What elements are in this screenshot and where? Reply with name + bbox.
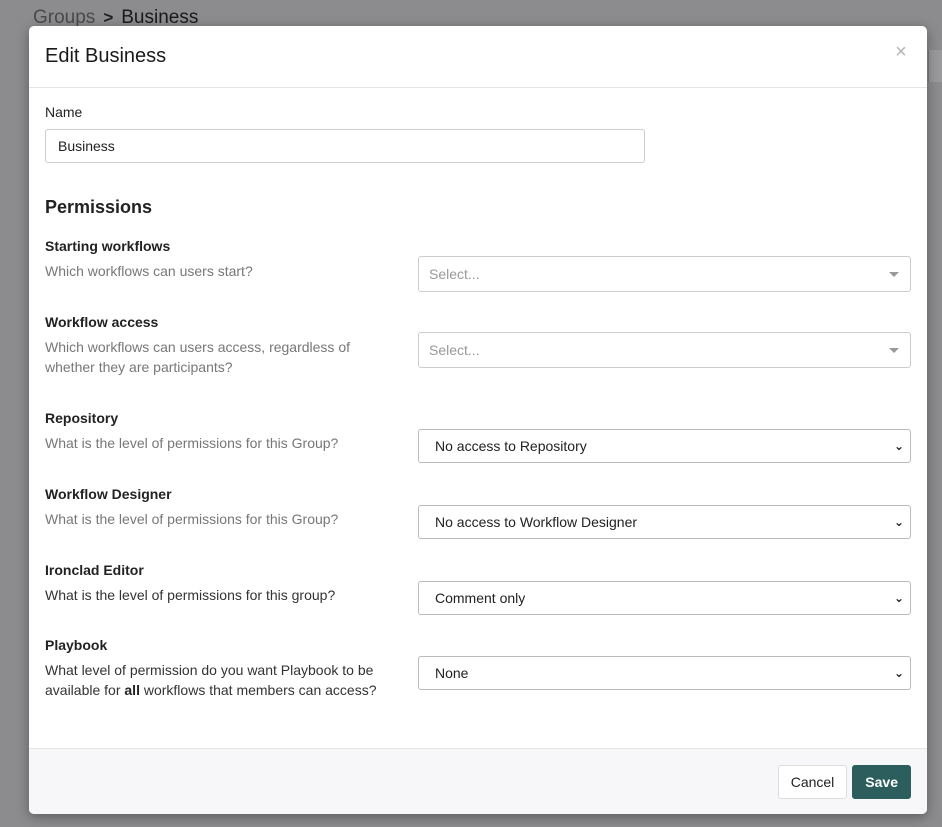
edit-group-modal: Edit Business × Name Permissions Startin…	[29, 26, 927, 814]
background-control	[928, 50, 942, 82]
close-icon[interactable]: ×	[889, 40, 913, 64]
permission-description: What is the level of permissions for thi…	[45, 587, 336, 603]
chevron-down-icon: ⌄	[893, 515, 904, 529]
permission-title: Workflow access	[45, 314, 159, 330]
chevron-down-icon: ⌄	[893, 591, 904, 605]
permission-title: Starting workflows	[45, 238, 171, 254]
permission-workflow-designer: Workflow Designer What is the level of p…	[45, 486, 911, 539]
select-value: Comment only	[435, 590, 526, 606]
caret-down-icon	[889, 347, 899, 353]
workflow-designer-select[interactable]: No access to Workflow Designer ⌄	[418, 505, 911, 539]
permission-title: Repository	[45, 410, 119, 426]
permission-description: What is the level of permissions for thi…	[45, 435, 339, 451]
select-placeholder: Select...	[429, 266, 480, 282]
starting-workflows-select[interactable]: Select...	[418, 256, 911, 292]
chevron-down-icon: ⌄	[893, 666, 904, 680]
caret-down-icon	[889, 271, 899, 277]
modal-title: Edit Business	[45, 45, 167, 67]
workflow-access-select[interactable]: Select...	[418, 332, 911, 368]
select-value: None	[435, 665, 469, 681]
select-placeholder: Select...	[429, 342, 480, 358]
select-value: No access to Repository	[435, 438, 587, 454]
permission-workflow-access: Workflow access Which workflows can user…	[45, 314, 911, 377]
permission-ironclad-editor: Ironclad Editor What is the level of per…	[45, 562, 911, 615]
playbook-select[interactable]: None ⌄	[418, 656, 911, 690]
ironclad-editor-select[interactable]: Comment only ⌄	[418, 581, 911, 615]
permission-starting-workflows: Starting workflows Which workflows can u…	[45, 238, 911, 292]
modal-footer: Cancel Save	[29, 748, 927, 814]
permission-repository: Repository What is the level of permissi…	[45, 410, 911, 463]
cancel-button[interactable]: Cancel	[777, 764, 848, 799]
modal-body: Name Permissions Starting workflows Whic…	[29, 88, 927, 748]
name-label: Name	[45, 104, 83, 120]
permission-description: Which workflows can users start?	[45, 263, 253, 279]
permission-playbook: Playbook What level of permission do you…	[45, 637, 911, 700]
select-value: No access to Workflow Designer	[435, 514, 638, 530]
permission-title: Playbook	[45, 637, 108, 653]
save-button[interactable]: Save	[852, 764, 911, 799]
permission-title: Workflow Designer	[45, 486, 172, 502]
permission-description: Which workflows can users access, regard…	[45, 339, 350, 375]
repository-select[interactable]: No access to Repository ⌄	[418, 429, 911, 463]
breadcrumb-separator-icon: >	[103, 8, 114, 27]
permission-description: What is the level of permissions for thi…	[45, 511, 339, 527]
permission-description: What level of permission do you want Pla…	[45, 660, 390, 700]
modal-header: Edit Business ×	[29, 26, 927, 88]
description-emphasis: all	[124, 682, 140, 698]
permissions-title: Permissions	[45, 197, 153, 217]
chevron-down-icon: ⌄	[893, 439, 904, 453]
name-input[interactable]	[45, 129, 645, 163]
permission-title: Ironclad Editor	[45, 562, 144, 578]
description-text: workflows that members can access?	[139, 682, 377, 698]
